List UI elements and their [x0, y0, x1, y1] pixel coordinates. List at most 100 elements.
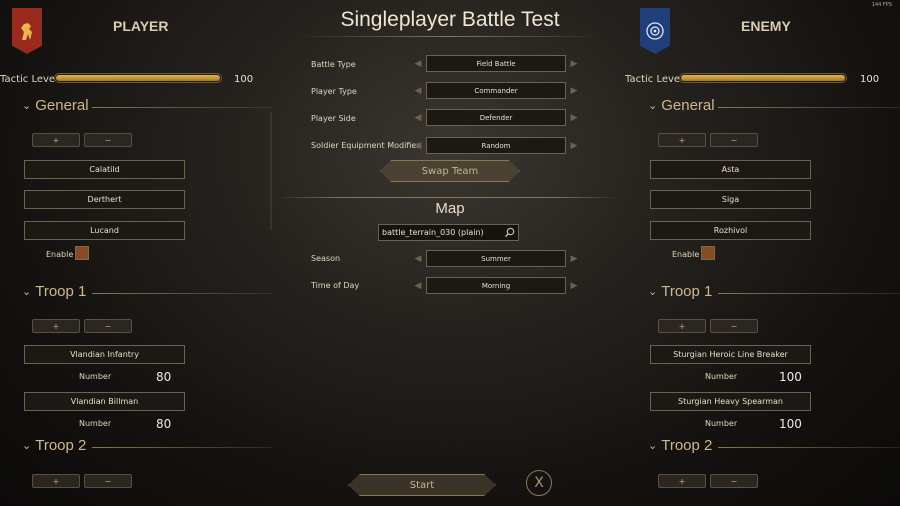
enemy-title: ENEMY	[741, 18, 791, 34]
arrow-right-icon[interactable]: ▶	[566, 250, 582, 267]
enemy-troop1-unit-1[interactable]: Sturgian Heroic Line Breaker	[650, 345, 811, 364]
page-title: Singleplayer Battle Test	[340, 8, 560, 31]
player-general-remove-button[interactable]: −	[84, 133, 132, 147]
player-unit2-number[interactable]: 80	[156, 417, 171, 431]
arrow-left-icon[interactable]: ◀	[410, 82, 426, 99]
player-troop2-header[interactable]: ⌄ Troop 2	[22, 437, 86, 454]
swap-team-button[interactable]: Swap Team	[380, 160, 520, 182]
sun-emblem-icon	[646, 22, 664, 40]
player-general-label: General	[35, 97, 89, 114]
battle-type-selector[interactable]: ◀ Field Battle ▶	[410, 55, 582, 72]
enemy-general-header[interactable]: ⌄ General	[648, 97, 715, 114]
player-type-value: Commander	[426, 82, 566, 99]
player-general-add-button[interactable]: +	[32, 133, 80, 147]
enemy-tactic-slider[interactable]	[679, 73, 847, 83]
enemy-general-1[interactable]: Asta	[650, 160, 811, 179]
equipment-modifier-selector[interactable]: ◀ Random ▶	[410, 137, 582, 154]
enemy-tactic-label: Tactic Level	[625, 74, 683, 85]
section-divider	[718, 447, 900, 448]
player-side-selector[interactable]: ◀ Defender ▶	[410, 109, 582, 126]
player-troop1-unit-2[interactable]: Vlandian Billman	[24, 392, 185, 411]
player-type-selector[interactable]: ◀ Commander ▶	[410, 82, 582, 99]
enemy-troop2-header[interactable]: ⌄ Troop 2	[648, 437, 712, 454]
fps-counter: 144 FPS	[871, 2, 892, 8]
enemy-tactic-fill	[681, 75, 845, 81]
player-scrollbar[interactable]	[270, 112, 272, 230]
chevron-down-icon: ⌄	[648, 100, 658, 112]
player-enable-checkbox[interactable]	[75, 246, 89, 260]
player-side-label: Player Side	[311, 114, 356, 123]
enemy-general-2[interactable]: Siga	[650, 190, 811, 209]
battle-type-label: Battle Type	[311, 60, 356, 69]
enemy-enable-label: Enable	[672, 250, 700, 259]
enemy-troop2-label: Troop 2	[661, 437, 713, 454]
player-troop1-remove-button[interactable]: −	[84, 319, 132, 333]
map-title: Map	[435, 200, 465, 217]
enemy-troop1-remove-button[interactable]: −	[710, 319, 758, 333]
player-unit1-number[interactable]: 80	[156, 370, 171, 384]
section-divider	[718, 107, 900, 108]
close-button[interactable]: X	[526, 470, 552, 496]
arrow-right-icon[interactable]: ▶	[566, 277, 582, 294]
enemy-general-3[interactable]: Rozhivol	[650, 221, 811, 240]
battle-type-value: Field Battle	[426, 55, 566, 72]
player-tactic-fill	[56, 75, 220, 81]
player-general-2[interactable]: Derthert	[24, 190, 185, 209]
map-divider	[275, 197, 620, 198]
enemy-tactic-value: 100	[860, 74, 880, 85]
player-general-3[interactable]: Lucand	[24, 221, 185, 240]
arrow-right-icon[interactable]: ▶	[566, 109, 582, 126]
map-terrain-field[interactable]: battle_terrain_030 (plain)	[378, 224, 519, 241]
player-unit1-number-label: Number	[79, 372, 112, 381]
title-divider	[296, 36, 602, 37]
arrow-right-icon[interactable]: ▶	[566, 137, 582, 154]
enemy-unit1-number[interactable]: 100	[779, 370, 802, 384]
enemy-general-label: General	[661, 97, 715, 114]
chevron-down-icon: ⌄	[22, 100, 32, 112]
player-troop2-add-button[interactable]: +	[32, 474, 80, 488]
player-troop1-label: Troop 1	[35, 283, 87, 300]
enemy-troop2-remove-button[interactable]: −	[710, 474, 758, 488]
player-general-header[interactable]: ⌄ General	[22, 97, 89, 114]
chevron-down-icon: ⌄	[22, 286, 32, 298]
player-troop1-unit-1[interactable]: Vlandian Infantry	[24, 345, 185, 364]
enemy-troop1-unit-2[interactable]: Sturgian Heavy Spearman	[650, 392, 811, 411]
arrow-right-icon[interactable]: ▶	[566, 55, 582, 72]
season-selector[interactable]: ◀ Summer ▶	[410, 250, 582, 267]
arrow-left-icon[interactable]: ◀	[410, 109, 426, 126]
enemy-troop1-header[interactable]: ⌄ Troop 1	[648, 283, 712, 300]
chevron-down-icon: ⌄	[648, 440, 658, 452]
arrow-left-icon[interactable]: ◀	[410, 250, 426, 267]
player-enable-label: Enable	[46, 250, 74, 259]
start-button[interactable]: Start	[348, 474, 496, 496]
arrow-left-icon[interactable]: ◀	[410, 277, 426, 294]
enemy-troop2-add-button[interactable]: +	[658, 474, 706, 488]
player-side-value: Defender	[426, 109, 566, 126]
enemy-troop1-label: Troop 1	[661, 283, 713, 300]
enemy-unit1-number-label: Number	[705, 372, 738, 381]
player-troop1-header[interactable]: ⌄ Troop 1	[22, 283, 86, 300]
enemy-troop1-add-button[interactable]: +	[658, 319, 706, 333]
player-general-1[interactable]: Calatild	[24, 160, 185, 179]
arrow-right-icon[interactable]: ▶	[566, 82, 582, 99]
section-divider	[718, 293, 900, 294]
arrow-left-icon[interactable]: ◀	[410, 55, 426, 72]
section-divider	[92, 293, 272, 294]
player-troop1-add-button[interactable]: +	[32, 319, 80, 333]
time-of-day-label: Time of Day	[311, 281, 360, 290]
player-banner-icon	[12, 8, 42, 54]
lion-icon	[21, 23, 32, 40]
player-title: PLAYER	[113, 18, 169, 34]
enemy-general-remove-button[interactable]: −	[710, 133, 758, 147]
player-troop2-remove-button[interactable]: −	[84, 474, 132, 488]
player-type-label: Player Type	[311, 87, 357, 96]
time-of-day-selector[interactable]: ◀ Morning ▶	[410, 277, 582, 294]
arrow-left-icon[interactable]: ◀	[410, 137, 426, 154]
player-tactic-slider[interactable]	[54, 73, 222, 83]
enemy-general-add-button[interactable]: +	[658, 133, 706, 147]
season-label: Season	[311, 254, 341, 263]
map-terrain-value: battle_terrain_030 (plain)	[382, 228, 484, 237]
search-icon[interactable]	[504, 227, 515, 238]
enemy-unit2-number[interactable]: 100	[779, 417, 802, 431]
enemy-enable-checkbox[interactable]	[701, 246, 715, 260]
